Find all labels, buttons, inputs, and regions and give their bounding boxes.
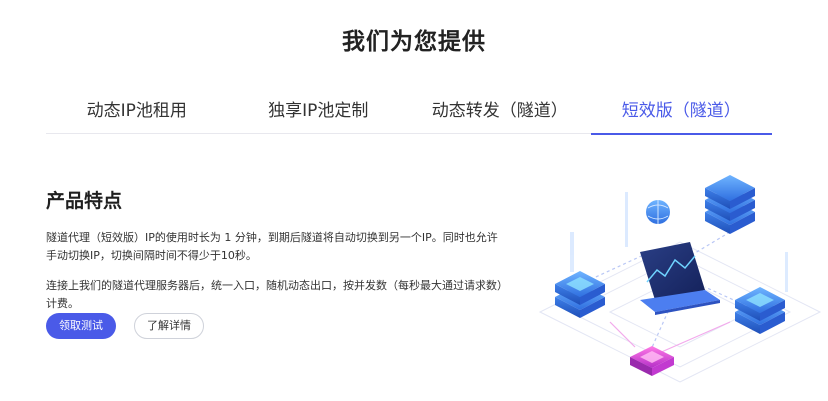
- get-trial-button[interactable]: 领取测试: [46, 313, 116, 339]
- feature-description-1: 隧道代理（短效版）IP的使用时长为 1 分钟，到期后隧道将自动切换到另一个IP。…: [46, 231, 498, 262]
- tab-short-term-tunnel[interactable]: 短效版（隧道）: [590, 92, 773, 135]
- learn-more-button[interactable]: 了解详情: [134, 313, 204, 339]
- page-title: 我们为您提供: [342, 29, 486, 55]
- server-pink: [630, 346, 674, 376]
- feature-description-2: 连接上我们的隧道代理服务器后，统一入口，随机动态出口，按并发数（每秒最大通过请求…: [46, 279, 503, 310]
- tab-dedicated-ip-pool[interactable]: 独享IP池定制: [228, 92, 410, 134]
- tab-dynamic-ip-pool[interactable]: 动态IP池租用: [46, 92, 228, 134]
- tab-dynamic-forwarding[interactable]: 动态转发（隧道）: [409, 92, 591, 134]
- server-top-right: [705, 175, 755, 234]
- globe-icon: [646, 200, 670, 224]
- section-title: 产品特点: [46, 190, 123, 212]
- server-bottom-right: [735, 287, 785, 334]
- tab-bar: 动态IP池租用 独享IP池定制 动态转发（隧道） 短效版（隧道）: [46, 92, 773, 135]
- network-servers-illustration: [538, 175, 822, 383]
- server-left: [555, 271, 605, 318]
- laptop-icon: [640, 242, 720, 315]
